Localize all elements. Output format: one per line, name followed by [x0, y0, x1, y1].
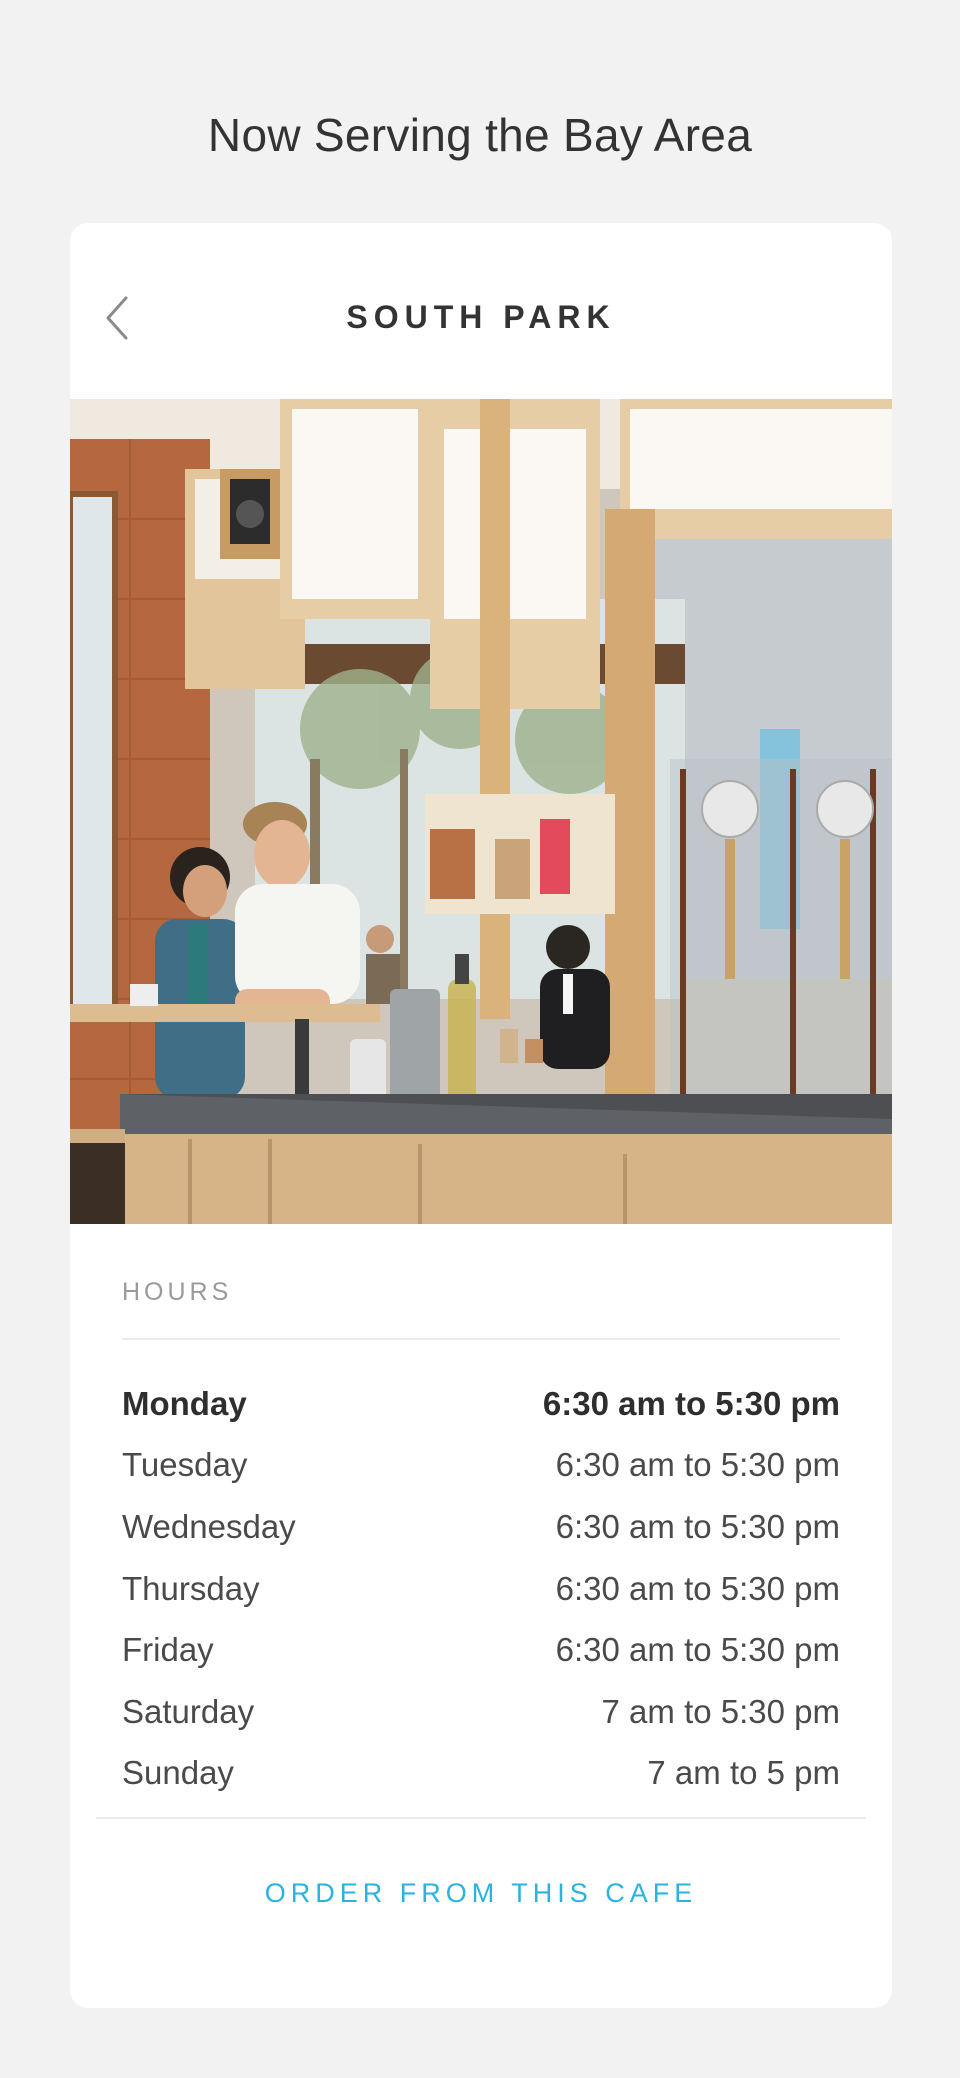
time-range: 6:30 am to 5:30 pm [542, 1384, 840, 1422]
hours-divider [122, 1338, 840, 1340]
day-label: Saturday [122, 1692, 255, 1730]
hours-row-tuesday: Tuesday 6:30 am to 5:30 pm [122, 1435, 840, 1497]
page-heading: Now Serving the Bay Area [207, 109, 753, 161]
hours-row-saturday: Saturday 7 am to 5:30 pm [122, 1681, 840, 1743]
day-label: Monday [122, 1384, 247, 1422]
day-label: Sunday [122, 1754, 234, 1792]
day-label: Tuesday [122, 1446, 248, 1484]
time-range: 6:30 am to 5:30 pm [555, 1569, 840, 1607]
footer-divider [96, 1817, 866, 1819]
hours-label: HOURS [122, 1278, 233, 1306]
cafe-interior-photo [70, 399, 892, 1224]
order-from-cafe-button[interactable]: ORDER FROM THIS CAFE [70, 1863, 892, 1923]
cafe-name-title: SOUTH PARK [346, 299, 616, 335]
time-range: 7 am to 5:30 pm [601, 1692, 840, 1730]
card-header: SOUTH PARK [70, 223, 892, 399]
day-label: Wednesday [122, 1507, 296, 1545]
day-label: Friday [122, 1631, 214, 1669]
cafe-card: SOUTH PARK HOURS Monday 6:30 am to 5:30 … [70, 223, 892, 2008]
hours-row-wednesday: Wednesday 6:30 am to 5:30 pm [122, 1496, 840, 1558]
time-range: 6:30 am to 5:30 pm [555, 1507, 840, 1545]
time-range: 7 am to 5 pm [647, 1754, 840, 1792]
hours-row-thursday: Thursday 6:30 am to 5:30 pm [122, 1558, 840, 1620]
hours-row-sunday: Sunday 7 am to 5 pm [122, 1743, 840, 1805]
hours-list: Monday 6:30 am to 5:30 pm Tuesday 6:30 a… [122, 1373, 840, 1804]
day-label: Thursday [122, 1569, 260, 1607]
hours-row-monday: Monday 6:30 am to 5:30 pm [122, 1373, 840, 1435]
time-range: 6:30 am to 5:30 pm [555, 1446, 840, 1484]
hours-row-friday: Friday 6:30 am to 5:30 pm [122, 1619, 840, 1681]
time-range: 6:30 am to 5:30 pm [555, 1631, 840, 1669]
